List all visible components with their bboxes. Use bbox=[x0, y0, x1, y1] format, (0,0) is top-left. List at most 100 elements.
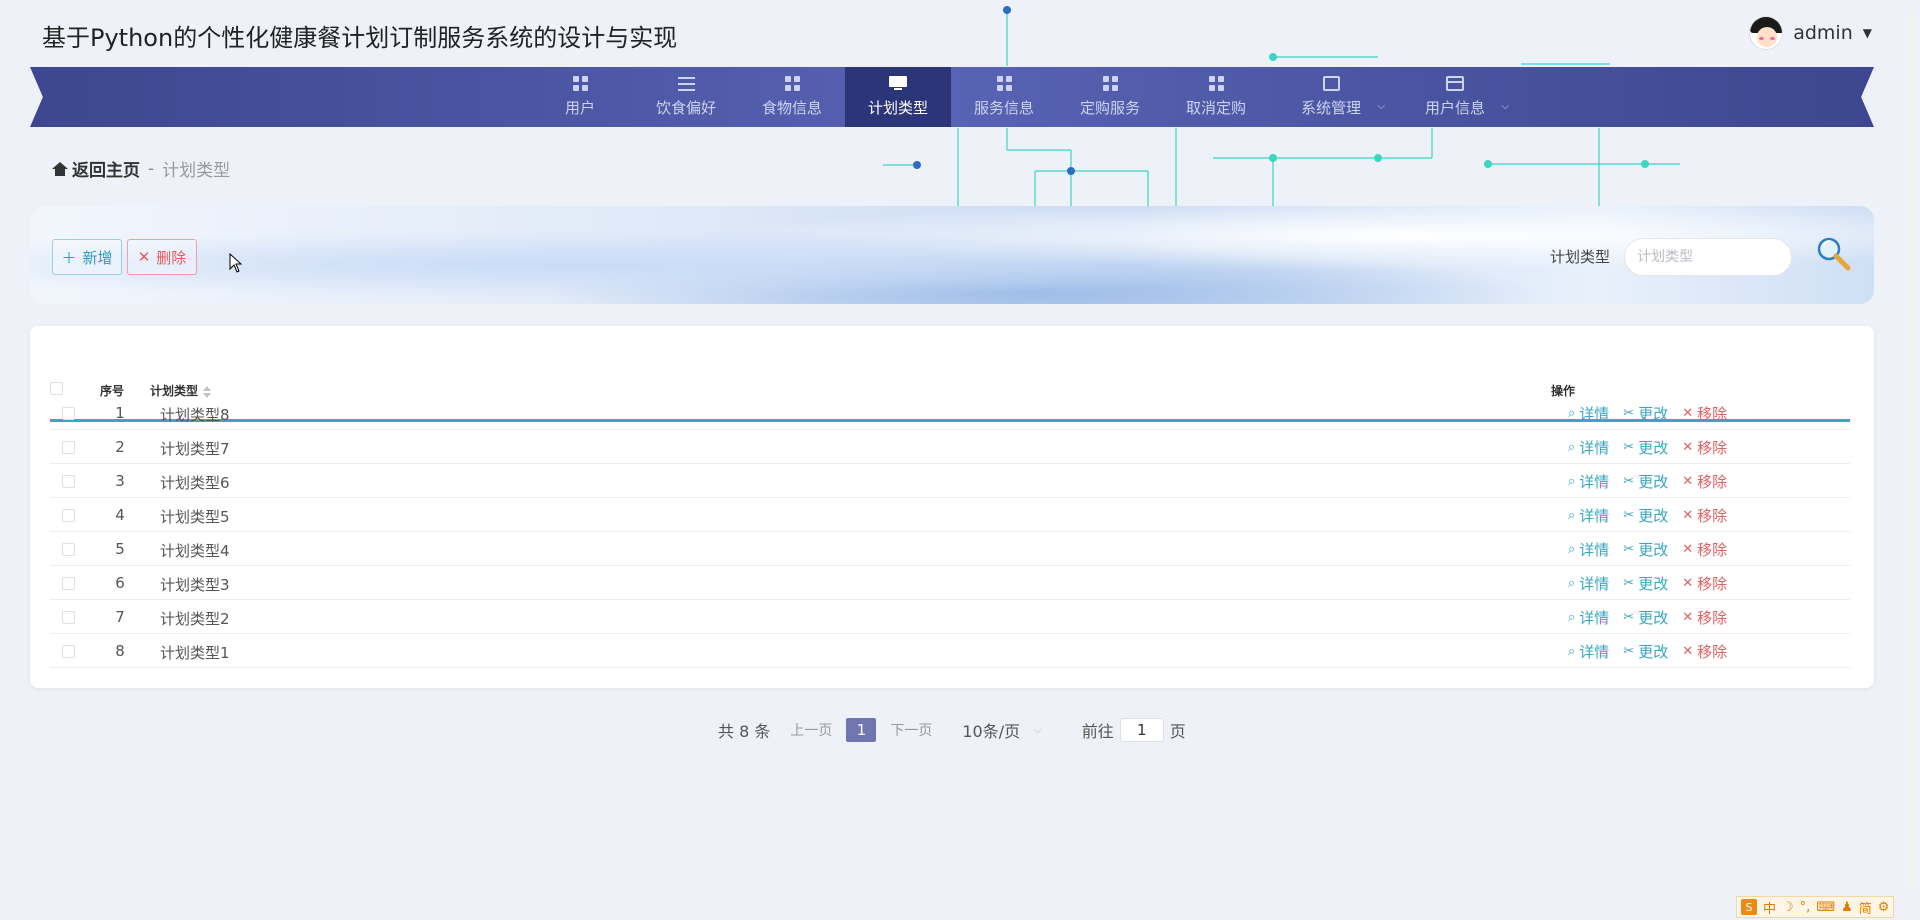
user-name[interactable]: admin bbox=[1793, 22, 1853, 44]
row-checkbox[interactable] bbox=[62, 645, 75, 658]
remove-button-label: 移除 bbox=[1697, 507, 1728, 525]
remove-button-label: 移除 bbox=[1697, 541, 1728, 559]
select-all-checkbox[interactable] bbox=[50, 382, 63, 395]
ime-logo-icon[interactable]: S bbox=[1741, 899, 1757, 915]
nav-item-order-service[interactable]: 定购服务 bbox=[1057, 67, 1163, 127]
breadcrumb-home[interactable]: 返回主页 bbox=[52, 156, 140, 181]
detail-button[interactable]: ⌕ 详情 bbox=[1568, 539, 1609, 560]
avatar[interactable] bbox=[1749, 16, 1784, 50]
next-page-button[interactable]: 下一页 bbox=[890, 720, 932, 740]
edit-button[interactable]: ✂ 更改 bbox=[1623, 539, 1668, 560]
table-row[interactable]: 8 计划类型1 ⌕ 详情 ✂ 更改 ✕ 移除 bbox=[50, 634, 1850, 668]
table-row[interactable]: 5 计划类型4 ⌕ 详情 ✂ 更改 ✕ 移除 bbox=[50, 532, 1850, 566]
edit-button[interactable]: ✂ 更改 bbox=[1623, 505, 1668, 526]
detail-button[interactable]: ⌕ 详情 bbox=[1568, 505, 1609, 526]
delete-button[interactable]: ✕ 删除 bbox=[127, 239, 197, 275]
row-plan-type: 计划类型7 bbox=[160, 440, 230, 458]
edit-button-label: 更改 bbox=[1638, 643, 1669, 661]
scrollbar[interactable] bbox=[1908, 10, 1916, 890]
nav-item-label: 定购服务 bbox=[1079, 99, 1140, 117]
table-row[interactable]: 6 计划类型3 ⌕ 详情 ✂ 更改 ✕ 移除 bbox=[50, 566, 1850, 600]
detail-button[interactable]: ⌕ 详情 bbox=[1568, 471, 1609, 492]
ime-chinese-mode[interactable]: 中 bbox=[1763, 898, 1776, 917]
remove-button[interactable]: ✕ 移除 bbox=[1682, 607, 1727, 628]
wrench-icon: ✂ bbox=[1623, 576, 1635, 591]
row-checkbox[interactable] bbox=[62, 543, 75, 556]
row-index: 6 bbox=[115, 574, 125, 592]
page-number-button[interactable]: 1 bbox=[846, 718, 877, 742]
nav-item-service-info[interactable]: 服务信息 bbox=[951, 67, 1057, 127]
grid-icon bbox=[1208, 76, 1224, 91]
edit-button[interactable]: ✂ 更改 bbox=[1623, 641, 1668, 662]
edit-button[interactable]: ✂ 更改 bbox=[1623, 607, 1668, 628]
search-icon[interactable] bbox=[1814, 234, 1852, 272]
app-title: 基于Python的个性化健康餐计划订制服务系统的设计与实现 bbox=[42, 24, 678, 52]
user-icon[interactable]: ♟ bbox=[1841, 900, 1853, 915]
row-checkbox[interactable] bbox=[62, 441, 75, 454]
row-plan-type: 计划类型3 bbox=[160, 576, 230, 594]
edit-button[interactable]: ✂ 更改 bbox=[1623, 471, 1668, 492]
table-row[interactable]: 2 计划类型7 ⌕ 详情 ✂ 更改 ✕ 移除 bbox=[50, 430, 1850, 464]
goto-page-input[interactable] bbox=[1119, 718, 1164, 742]
edit-button[interactable]: ✂ 更改 bbox=[1623, 573, 1668, 594]
remove-button[interactable]: ✕ 移除 bbox=[1682, 539, 1727, 560]
remove-button[interactable]: ✕ 移除 bbox=[1682, 505, 1727, 526]
nav-item-food-info[interactable]: 食物信息 bbox=[739, 67, 845, 127]
table-row[interactable]: 7 计划类型2 ⌕ 详情 ✂ 更改 ✕ 移除 bbox=[50, 600, 1850, 634]
row-index: 1 bbox=[115, 404, 125, 422]
home-icon bbox=[52, 161, 68, 176]
search-input[interactable] bbox=[1624, 238, 1792, 276]
nav-item-diet-preference[interactable]: 饮食偏好 bbox=[633, 67, 739, 127]
prev-page-button[interactable]: 上一页 bbox=[790, 720, 832, 740]
page-size-select[interactable]: 10条/页 ⌵ bbox=[962, 718, 1041, 742]
edit-button[interactable]: ✂ 更改 bbox=[1623, 403, 1668, 424]
add-button-label: 新增 bbox=[82, 248, 113, 267]
remove-button[interactable]: ✕ 移除 bbox=[1682, 641, 1727, 662]
detail-button[interactable]: ⌕ 详情 bbox=[1568, 403, 1609, 424]
detail-button[interactable]: ⌕ 详情 bbox=[1568, 573, 1609, 594]
nav-item-user-info[interactable]: 用户信息 ⌵ bbox=[1393, 67, 1517, 127]
row-checkbox[interactable] bbox=[62, 611, 75, 624]
row-checkbox[interactable] bbox=[62, 407, 75, 420]
detail-icon: ⌕ bbox=[1568, 610, 1576, 625]
row-checkbox[interactable] bbox=[62, 577, 75, 590]
edit-button[interactable]: ✂ 更改 bbox=[1623, 437, 1668, 458]
keyboard-icon[interactable]: ⌨ bbox=[1816, 900, 1835, 915]
nav-item-label: 用户 bbox=[564, 99, 595, 117]
row-plan-type: 计划类型4 bbox=[160, 542, 230, 560]
user-menu[interactable]: admin ▼ bbox=[1749, 16, 1872, 50]
nav-item-user[interactable]: 用户 bbox=[527, 67, 633, 127]
detail-button[interactable]: ⌕ 详情 bbox=[1568, 641, 1609, 662]
detail-button-label: 详情 bbox=[1579, 439, 1610, 457]
table-row[interactable]: 4 计划类型5 ⌕ 详情 ✂ 更改 ✕ 移除 bbox=[50, 498, 1850, 532]
remove-button[interactable]: ✕ 移除 bbox=[1682, 437, 1727, 458]
detail-icon: ⌕ bbox=[1568, 542, 1576, 557]
row-checkbox[interactable] bbox=[62, 509, 75, 522]
caret-down-icon[interactable]: ▼ bbox=[1863, 26, 1872, 40]
table-row[interactable]: 3 计划类型6 ⌕ 详情 ✂ 更改 ✕ 移除 bbox=[50, 464, 1850, 498]
detail-button[interactable]: ⌕ 详情 bbox=[1568, 437, 1609, 458]
nav-item-system-management[interactable]: 系统管理 ⌵ bbox=[1269, 67, 1393, 127]
table-row[interactable]: 1 计划类型8 ⌕ 详情 ✂ 更改 ✕ 移除 bbox=[50, 396, 1850, 430]
nav-item-label: 系统管理 bbox=[1300, 99, 1361, 117]
remove-button[interactable]: ✕ 移除 bbox=[1682, 403, 1727, 424]
detail-icon: ⌕ bbox=[1568, 576, 1576, 591]
row-checkbox[interactable] bbox=[62, 475, 75, 488]
punctuation-icon[interactable]: °, bbox=[1800, 900, 1811, 915]
nav-item-cancel-order[interactable]: 取消定购 bbox=[1163, 67, 1269, 127]
add-button[interactable]: ＋ 新增 bbox=[52, 239, 122, 275]
ime-simplified-mode[interactable]: 简 bbox=[1859, 898, 1872, 917]
row-actions: ⌕ 详情 ✂ 更改 ✕ 移除 bbox=[1568, 573, 1727, 594]
remove-button[interactable]: ✕ 移除 bbox=[1682, 573, 1727, 594]
gear-icon[interactable]: ⚙ bbox=[1878, 900, 1890, 915]
nav-item-label: 食物信息 bbox=[761, 99, 822, 117]
nav-item-plan-type[interactable]: 计划类型 bbox=[845, 67, 951, 127]
moon-icon[interactable]: ☽ bbox=[1782, 900, 1794, 915]
close-icon: ✕ bbox=[1682, 576, 1694, 591]
ime-toolbar[interactable]: S 中 ☽ °, ⌨ ♟ 简 ⚙ bbox=[1736, 896, 1895, 918]
chevron-down-icon: ⌵ bbox=[1034, 724, 1042, 736]
remove-button-label: 移除 bbox=[1697, 405, 1728, 423]
detail-button-label: 详情 bbox=[1579, 541, 1610, 559]
remove-button[interactable]: ✕ 移除 bbox=[1682, 471, 1727, 492]
detail-button[interactable]: ⌕ 详情 bbox=[1568, 607, 1609, 628]
